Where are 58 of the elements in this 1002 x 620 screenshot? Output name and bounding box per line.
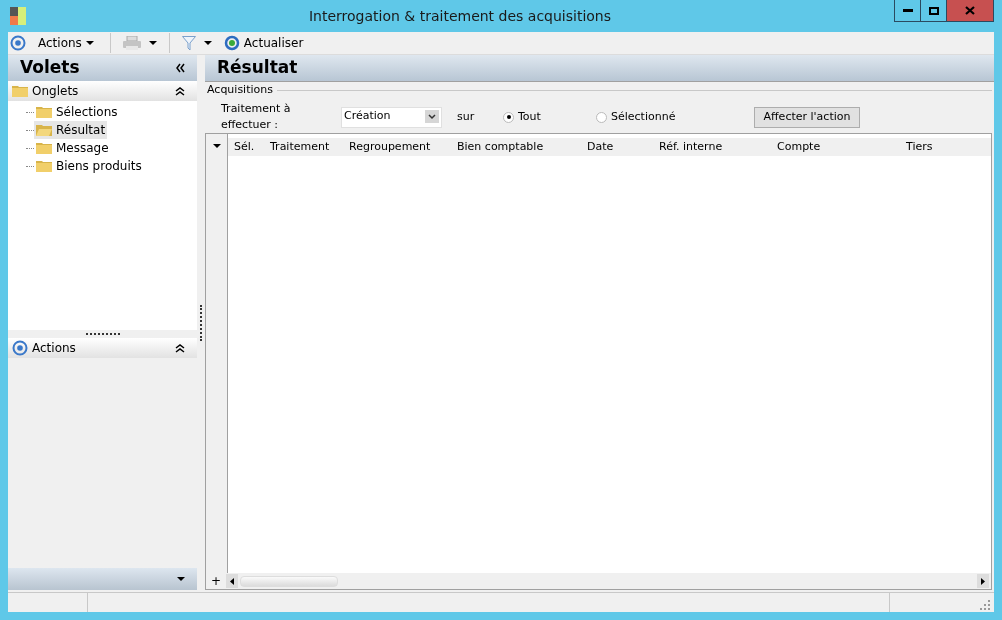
window-title: Interrogation & traitement des acquisitions xyxy=(307,6,613,26)
column-header[interactable]: Tiers xyxy=(900,138,984,156)
left-arrow-icon xyxy=(230,577,234,585)
radio-button[interactable] xyxy=(596,111,607,123)
radio-button[interactable] xyxy=(503,111,514,123)
sur-label: sur xyxy=(457,108,476,125)
caret-icon xyxy=(177,577,185,581)
column-header[interactable]: Bien comptable xyxy=(451,138,581,156)
sidebar-title: Volets xyxy=(20,56,80,80)
column-header[interactable]: Compte xyxy=(771,138,900,156)
collapse-icon[interactable] xyxy=(175,343,185,353)
treatment-dropdown[interactable]: Création xyxy=(341,106,442,128)
tree-item[interactable]: Résultat xyxy=(34,121,108,139)
target-icon xyxy=(10,35,26,51)
caret-icon xyxy=(85,41,94,45)
section-title: Onglets xyxy=(32,83,80,100)
actions-menu-button[interactable]: Actions xyxy=(30,34,102,52)
group-title: Acquisitions xyxy=(207,82,274,98)
refresh-button[interactable]: Actualiser xyxy=(219,34,308,52)
column-header[interactable]: Date xyxy=(581,138,653,156)
printer-icon xyxy=(122,36,141,50)
apply-action-button[interactable]: Affecter l'action xyxy=(754,106,860,128)
close-button[interactable] xyxy=(947,0,993,21)
section-title: Actions xyxy=(32,340,77,357)
right-arrow-icon xyxy=(981,577,985,585)
target-icon xyxy=(12,340,28,356)
folder-icon xyxy=(36,160,52,172)
collapse-icon[interactable] xyxy=(175,86,185,96)
field-label: Traitement à effectuer : xyxy=(221,100,292,133)
radio-option[interactable]: Tout xyxy=(503,108,596,126)
refresh-icon xyxy=(223,35,240,51)
scroll-left-button[interactable] xyxy=(226,574,238,588)
collapse-left-icon[interactable] xyxy=(175,63,185,73)
radio-option[interactable]: Sélectionné xyxy=(596,108,754,126)
content-title: Résultat xyxy=(217,56,298,80)
folder-icon xyxy=(36,142,52,154)
caret-icon xyxy=(212,144,221,148)
caret-icon xyxy=(203,41,212,45)
folder-icon xyxy=(36,106,52,118)
column-header[interactable]: Sél. xyxy=(228,138,264,156)
tree-item[interactable]: Sélections xyxy=(34,103,120,121)
scroll-right-button[interactable] xyxy=(977,574,989,588)
resize-grip-icon xyxy=(980,600,990,610)
open-folder-icon xyxy=(36,124,52,136)
caret-icon xyxy=(148,41,157,45)
column-header[interactable]: Réf. interne xyxy=(653,138,771,156)
filter-icon xyxy=(181,35,196,51)
column-header[interactable]: Traitement xyxy=(264,138,343,156)
tree-item[interactable]: Message xyxy=(34,139,111,157)
app-icon xyxy=(10,7,26,25)
section-header[interactable]: Onglets xyxy=(8,81,197,101)
section-header[interactable]: Actions xyxy=(8,338,197,358)
scrollbar-thumb[interactable] xyxy=(240,575,338,587)
close-icon xyxy=(965,6,975,15)
add-row-button[interactable]: + xyxy=(206,575,226,587)
tree-item[interactable]: Biens produits xyxy=(34,157,144,175)
column-header[interactable]: Regroupement xyxy=(343,138,451,156)
folder-icon xyxy=(12,85,28,97)
